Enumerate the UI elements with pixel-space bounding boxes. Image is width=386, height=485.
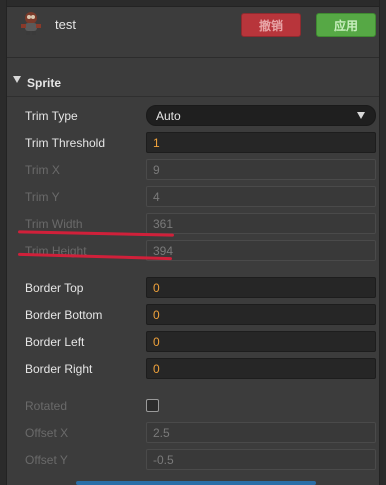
trim-y-label: Trim Y [25,190,60,204]
row-trim-y: Trim Y 4 [0,186,386,208]
sprite-section-header[interactable]: Sprite [7,72,379,94]
header-divider [7,57,379,58]
vertical-scrollbar[interactable] [380,228,383,485]
border-left-label: Border Left [25,335,85,349]
rotated-label: Rotated [25,399,68,413]
asset-name: test [55,17,76,32]
row-border-right: Border Right 0 [0,358,386,380]
offset-x-label: Offset X [25,426,69,440]
border-left-input[interactable]: 0 [146,331,376,352]
collapse-arrow-icon[interactable] [13,76,21,83]
revert-button[interactable]: 撤销 [241,13,301,37]
row-offset-x: Offset X 2.5 [0,422,386,444]
trim-width-input: 361 [146,213,376,234]
trim-y-value: 4 [153,190,160,204]
offset-y-value: -0.5 [153,453,174,467]
border-top-value: 0 [153,281,160,295]
trim-x-value: 9 [153,163,160,177]
trim-type-label: Trim Type [25,109,78,123]
row-border-left: Border Left 0 [0,331,386,353]
trim-type-value: Auto [156,109,181,123]
trim-x-input: 9 [146,159,376,180]
row-offset-y: Offset Y -0.5 [0,449,386,471]
apply-button[interactable]: 应用 [316,13,376,37]
dropdown-caret-icon [357,112,365,119]
border-right-label: Border Right [25,362,93,376]
offset-y-label: Offset Y [25,453,68,467]
border-right-value: 0 [153,362,160,376]
offset-y-input: -0.5 [146,449,376,470]
section-title: Sprite [27,76,62,90]
row-border-bottom: Border Bottom 0 [0,304,386,326]
border-top-input[interactable]: 0 [146,277,376,298]
border-top-label: Border Top [25,281,84,295]
row-trim-x: Trim X 9 [0,159,386,181]
trim-threshold-input[interactable]: 1 [146,132,376,153]
border-left-value: 0 [153,335,160,349]
sprite-thumbnail-icon [21,12,41,35]
border-bottom-value: 0 [153,308,160,322]
window-top-edge [0,0,386,7]
offset-x-value: 2.5 [153,426,170,440]
trim-y-input: 4 [146,186,376,207]
row-border-top: Border Top 0 [0,277,386,299]
trim-width-label: Trim Width [25,217,83,231]
offset-x-input: 2.5 [146,422,376,443]
trim-type-select[interactable]: Auto [146,105,376,126]
row-trim-threshold: Trim Threshold 1 [0,132,386,154]
row-rotated: Rotated [0,395,386,417]
rotated-checkbox[interactable] [146,399,159,412]
trim-threshold-label: Trim Threshold [25,136,106,150]
row-trim-height: Trim Height 394 [0,240,386,262]
trim-threshold-value: 1 [153,136,160,150]
bottom-partial-button[interactable] [76,481,316,485]
border-bottom-label: Border Bottom [25,308,103,322]
section-divider [7,96,379,97]
border-bottom-input[interactable]: 0 [146,304,376,325]
row-trim-type: Trim Type Auto [0,105,386,127]
border-right-input[interactable]: 0 [146,358,376,379]
trim-x-label: Trim X [25,163,60,177]
inspector-header: test 撤销 应用 [7,7,379,49]
trim-height-input: 394 [146,240,376,261]
trim-width-value: 361 [153,217,174,231]
